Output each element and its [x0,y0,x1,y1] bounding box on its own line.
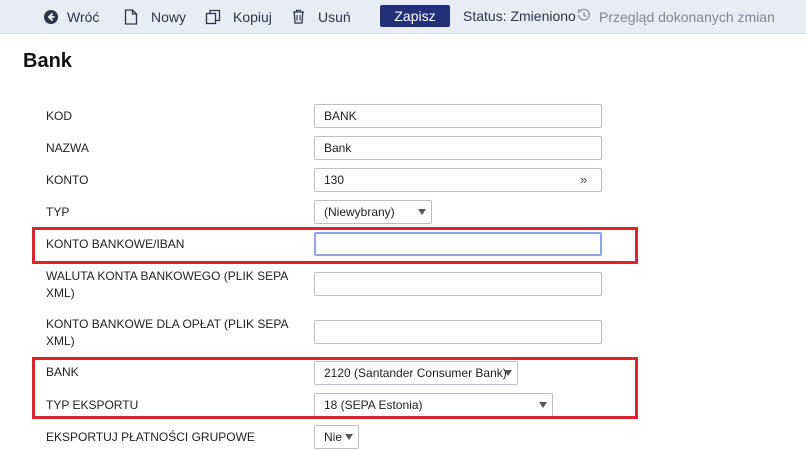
chevron-down-icon [345,434,353,440]
nazwa-label: NAZWA [46,141,89,155]
chevron-down-icon [418,209,426,215]
konto-label: KONTO [46,173,89,187]
copy-label: Kopiuj [233,8,272,25]
history-label: Przegląd dokonanych zmian [599,8,775,25]
new-label: Nowy [151,8,187,25]
typ-selected-value: (Niewybrany) [324,205,395,219]
copy-icon [205,9,221,25]
new-button[interactable]: Nowy [124,0,186,33]
nazwa-input[interactable] [314,136,602,160]
eksportuj-label: EKSPORTUJ PŁATNOŚCI GRUPOWE [46,430,255,444]
toolbar: Wróć Nowy Kopiuj Usuń Zapisz Status: Zmi… [0,0,806,34]
kod-label: KOD [46,109,73,123]
page-title: Bank [23,50,72,72]
back-label: Wróć [67,8,100,25]
highlight-iban-row [32,227,638,264]
typ-label: TYP [46,205,70,219]
konto-lookup-icon[interactable]: » [580,172,587,187]
eksportuj-select[interactable]: Nie [314,425,359,449]
back-arrow-icon [43,9,59,25]
konto-input[interactable] [314,168,602,192]
history-link[interactable]: Przegląd dokonanych zmian [577,0,775,33]
history-icon [577,8,591,25]
status-text: Status: Zmieniono [463,8,576,24]
waluta-label: WALUTA KONTA BANKOWEGO (PLIK SEPA XML) [46,269,288,300]
eksportuj-selected-value: Nie [324,430,343,444]
delete-label: Usuń [318,8,351,25]
delete-button[interactable]: Usuń [292,0,351,33]
new-document-icon [124,8,138,25]
back-button[interactable]: Wróć [43,0,99,33]
waluta-input[interactable] [314,272,602,296]
konto-oplat-input[interactable] [314,320,602,344]
konto-oplat-label: KONTO BANKOWE DLA OPŁAT (PLIK SEPA XML) [46,317,288,348]
copy-button[interactable]: Kopiuj [205,0,272,33]
save-button[interactable]: Zapisz [380,5,450,27]
trash-icon [292,9,305,24]
kod-input[interactable] [314,104,602,128]
highlight-bank-rows [32,357,638,419]
typ-select[interactable]: (Niewybrany) [314,200,432,224]
